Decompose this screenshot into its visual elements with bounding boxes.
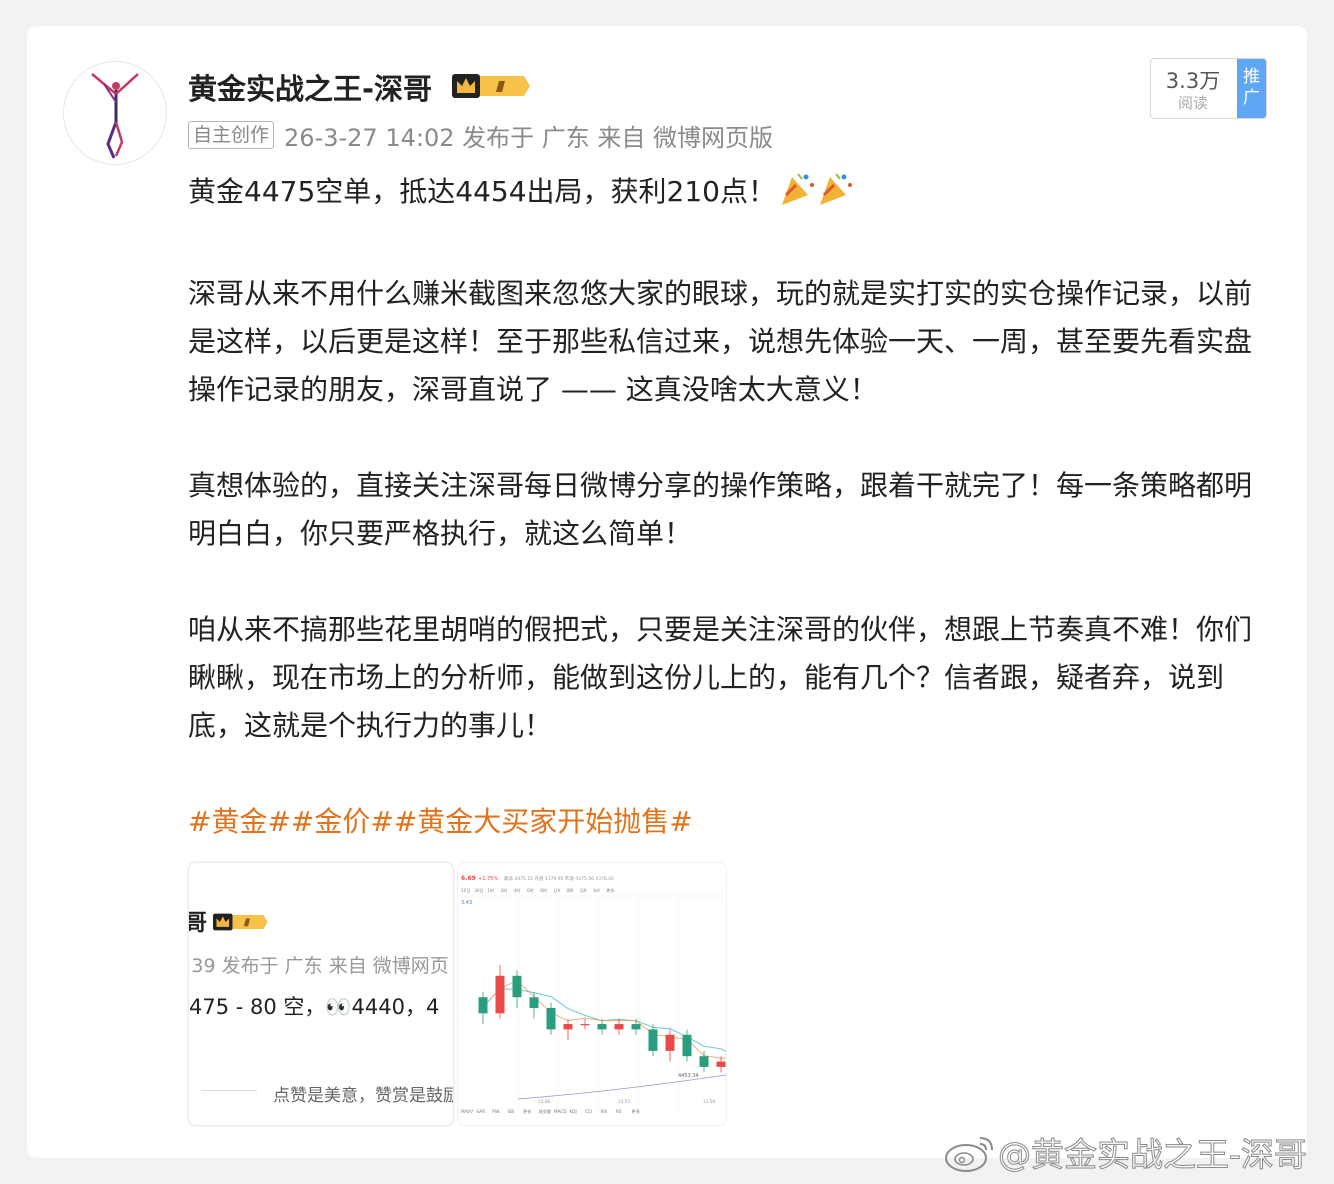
avatar[interactable] — [63, 61, 167, 165]
time-label: 13:58 — [703, 1099, 715, 1104]
candle-body — [478, 997, 488, 1014]
candle-body — [614, 1024, 624, 1030]
party-popper-icon — [778, 171, 854, 222]
thumb-meta: :39 发布于 广东 来自 微博网页 — [188, 955, 449, 977]
post-paragraph: 咱从来不搞那些花里胡哨的假把式，只要是关注深哥的伙伴，想跟上节奏真不难！你们瞅瞅… — [188, 613, 1253, 742]
indicator-tab: 更多 — [523, 1108, 531, 1115]
candle-body — [580, 1024, 590, 1026]
thumb-footer: 点赞是美意，赞赏是鼓励 — [273, 1086, 454, 1106]
indicator-tab: RSI — [601, 1109, 608, 1114]
indicator-tab: MACD — [554, 1109, 567, 1114]
candle-body — [682, 1034, 692, 1057]
vip-crown-icon — [213, 913, 268, 931]
period-tab: 周K — [567, 888, 574, 894]
candle-body — [665, 1034, 675, 1051]
read-count-box[interactable]: 3.3万 阅读 推广 — [1150, 58, 1267, 119]
svg-text:3.43: 3.43 — [461, 900, 472, 906]
indicator-tab: KDJ — [570, 1109, 577, 1114]
indicator-tab: 更多 — [632, 1108, 640, 1115]
chart-low-label: 4453.34 — [678, 1073, 699, 1079]
candle-body — [495, 975, 505, 1014]
hashtag-links[interactable]: #黄金##金价##黄金大买家开始抛售# — [188, 798, 1268, 846]
candlestick-chart: 6.69 +1.75% 最高 4475.15 开盘 4379.95 昨收 437… — [458, 875, 726, 1115]
post-paragraph: 黄金4475空单，抵达4454出局，获利210点！ — [188, 168, 1268, 222]
avatar-figure-icon — [64, 62, 166, 164]
post-paragraph: 真想体验的，直接关注深哥每日微博分享的操作策略，跟着干就完了！每一条策略都明明白… — [188, 469, 1253, 550]
chart-price: 6.69 — [461, 875, 476, 882]
period-tab: 4时 — [514, 887, 522, 893]
candle-body — [648, 1029, 658, 1051]
chart-stats: 最高 4475.15 开盘 4379.95 昨收 4375.56 4378.00 — [504, 875, 614, 882]
period-tab: 30日 — [474, 888, 484, 894]
weibo-watermark: @黄金实战之王-深哥 — [942, 1129, 1307, 1175]
post-time-source: 26-3-27 14:02 发布于 广东 来自 微博网页版 — [284, 123, 773, 152]
post-meta: 自主创作 26-3-27 14:02 发布于 广东 来自 微博网页版 — [188, 118, 773, 152]
weibo-logo-icon — [945, 1137, 993, 1172]
watermark-text: @黄金实战之王-深哥 — [998, 1135, 1308, 1175]
period-tab: 年K — [593, 887, 600, 894]
chart-change: +1.75% — [478, 876, 498, 882]
indicator-tab: MAVV — [461, 1109, 473, 1114]
image-thumbnail-post[interactable]: 哥 :39 发布于 广东 来自 微博网页 475 - 80 空，👀4440，4 … — [188, 862, 454, 1126]
paragraph-text: 黄金4475空单，抵达4454出局，获利210点！ — [188, 175, 776, 208]
candle-body — [546, 1007, 556, 1030]
indicator-tab: PSK — [492, 1109, 500, 1114]
read-count: 3.3万 — [1165, 69, 1221, 93]
candle-body — [597, 1024, 607, 1030]
promote-button[interactable]: 推广 — [1237, 59, 1266, 118]
indicator-tab: CCI — [585, 1109, 592, 1114]
post-body: 黄金4475空单，抵达4454出局，获利210点！ 深哥从来不用什么赚米截图来忽… — [188, 168, 1268, 846]
indicator-tab: SAR — [477, 1109, 486, 1114]
image-thumbnail-chart[interactable]: 6.69 +1.75% 最高 4475.15 开盘 4379.95 昨收 437… — [457, 862, 727, 1126]
period-tab: 6时 — [527, 887, 535, 893]
indicator-tab: SBI — [508, 1109, 515, 1114]
period-tab: 20日 — [461, 888, 471, 894]
candle-body — [563, 1024, 573, 1030]
thumb-author-name: 哥 — [189, 905, 207, 937]
period-tab: 日K — [553, 888, 560, 894]
divider — [201, 1090, 257, 1091]
candle-body — [699, 1056, 709, 1067]
period-tab: 月K — [580, 888, 587, 894]
period-tab: 2时 — [501, 887, 509, 893]
candle-body — [716, 1061, 726, 1067]
indicator-tab: 成交量 — [539, 1108, 552, 1115]
period-tab: 8时 — [540, 887, 548, 893]
post-paragraph: 深哥从来不用什么赚米截图来忽悠大家的眼球，玩的就是实打实的实仓操作记录，以前是这… — [188, 277, 1253, 406]
author-name[interactable]: 黄金实战之王-深哥 — [188, 66, 432, 108]
time-label: 13:53 — [618, 1099, 630, 1104]
period-tab: 更多 — [606, 887, 614, 894]
original-tag: 自主创作 — [188, 121, 275, 149]
vip-crown-icon[interactable] — [452, 71, 532, 101]
read-label: 阅读 — [1177, 94, 1208, 112]
time-label: 13:48 — [538, 1099, 550, 1104]
indicator-tab: RS — [616, 1109, 622, 1114]
candle-body — [512, 975, 522, 998]
candle-body — [529, 997, 539, 1008]
candle-body — [631, 1024, 641, 1030]
period-tab: 1时 — [487, 887, 495, 893]
thumb-content: 475 - 80 空，👀4440，4 — [189, 995, 440, 1019]
